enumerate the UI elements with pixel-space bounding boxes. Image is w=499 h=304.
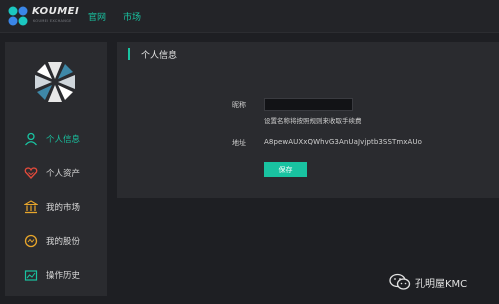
title-accent-bar xyxy=(128,48,130,60)
sidebar-item-label: 操作历史 xyxy=(46,271,81,281)
nickname-label: 昵称 xyxy=(232,101,246,109)
page-title: 个人信息 xyxy=(141,51,178,61)
wechat-icon xyxy=(389,273,411,290)
nav-home-link[interactable]: 官网 xyxy=(88,10,106,23)
sidebar-item-label: 个人资产 xyxy=(46,169,81,179)
wallet-address: A8pewAUXxQWhvG3AnUaJvjptb3SSTmxAUo xyxy=(264,138,423,146)
sidebar-item-profile[interactable]: 个人信息 xyxy=(24,130,104,148)
top-bar: KOUMEI KOUMEI EXCHANGE 官网 市场 xyxy=(0,0,499,33)
watermark-text: 孔明屋KMC xyxy=(415,278,468,290)
person-icon xyxy=(25,132,37,146)
sidebar-item-label: 我的股份 xyxy=(46,237,81,247)
heart-icon xyxy=(24,167,38,179)
nickname-hint: 设置名称将按照规则来收取手续费 xyxy=(264,117,362,125)
save-button[interactable]: 保存 xyxy=(264,162,307,177)
coin-icon xyxy=(24,234,38,248)
sidebar-item-market[interactable]: 我的市场 xyxy=(24,198,104,216)
sidebar-item-label: 个人信息 xyxy=(46,135,81,145)
chart-icon xyxy=(24,270,38,281)
address-label: 地址 xyxy=(232,139,246,147)
bank-icon xyxy=(24,200,38,214)
sidebar-item-label: 我的市场 xyxy=(46,203,81,213)
sidebar-item-assets[interactable]: 个人资产 xyxy=(24,164,104,182)
nickname-input[interactable] xyxy=(264,98,353,111)
sidebar-item-history[interactable]: 操作历史 xyxy=(24,266,104,284)
brand-subtitle: KOUMEI EXCHANGE xyxy=(33,19,72,23)
nav-market-link[interactable]: 市场 xyxy=(123,10,141,23)
sidebar-item-shares[interactable]: 我的股份 xyxy=(24,232,104,250)
koumei-logo-icon[interactable] xyxy=(7,5,29,27)
sidebar: 个人信息 个人资产 我的市场 我的股份 操作历史 xyxy=(5,42,107,296)
avatar xyxy=(35,62,75,102)
watermark: 孔明屋KMC xyxy=(389,271,467,293)
brand-name: KOUMEI xyxy=(32,6,80,17)
